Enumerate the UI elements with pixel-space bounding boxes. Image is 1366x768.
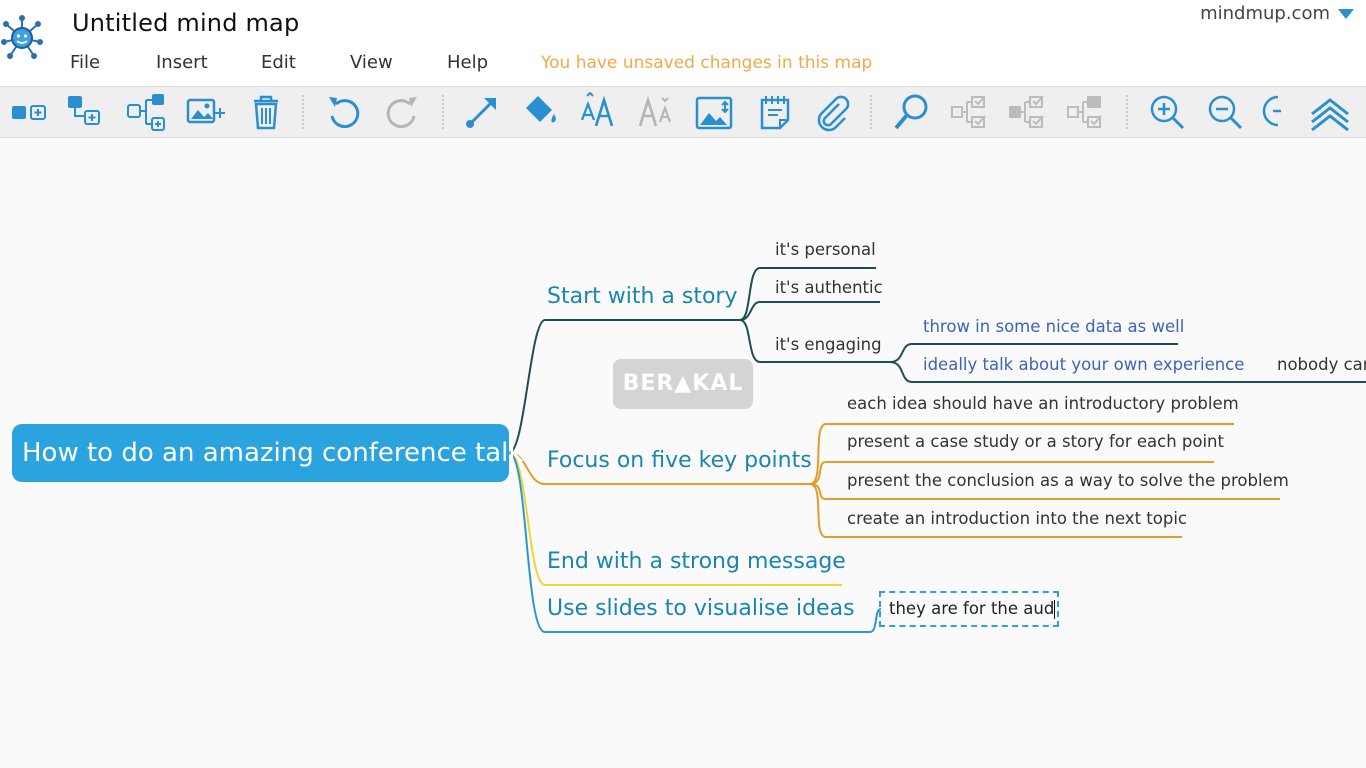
branch-strong-message[interactable]: End with a strong message xyxy=(547,549,846,574)
menu-file[interactable]: File xyxy=(70,52,100,73)
text-cursor xyxy=(1054,600,1056,619)
background-image-icon[interactable] xyxy=(694,92,734,132)
toggle-icon[interactable] xyxy=(1066,92,1106,132)
zoom-out-icon[interactable] xyxy=(1204,92,1244,132)
delete-icon[interactable] xyxy=(246,92,286,132)
insert-parent-icon[interactable] xyxy=(126,92,166,132)
undo-icon[interactable] xyxy=(324,92,364,132)
connect-icon[interactable] xyxy=(462,92,502,132)
node-nobody-cares[interactable]: nobody car xyxy=(1277,355,1366,374)
node-next-topic[interactable]: create an introduction into the next top… xyxy=(847,509,1187,528)
increase-font-icon[interactable] xyxy=(578,92,618,132)
add-child-icon[interactable] xyxy=(10,92,50,132)
add-sibling-icon[interactable] xyxy=(66,92,106,132)
mindmap-canvas[interactable]: How to do an amazing conference talk Sta… xyxy=(0,137,1366,768)
toolbar-separator xyxy=(442,95,444,129)
collapse-toolbar-icon[interactable] xyxy=(1310,92,1350,132)
brand-label: mindmup.com xyxy=(1200,3,1330,24)
toolbar-separator xyxy=(1126,95,1128,129)
root-node[interactable]: How to do an amazing conference talk xyxy=(12,424,523,482)
node-introductory-problem[interactable]: each idea should have an introductory pr… xyxy=(847,394,1239,413)
toolbar-separator xyxy=(302,95,304,129)
toolbar xyxy=(0,86,1366,138)
node-nice-data[interactable]: throw in some nice data as well xyxy=(923,317,1184,336)
node-conclusion[interactable]: present the conclusion as a way to solve… xyxy=(847,471,1289,490)
unsaved-changes-status: You have unsaved changes in this map xyxy=(541,53,873,73)
watermark-logo: BER▲KAL xyxy=(613,359,753,409)
node-own-experience[interactable]: ideally talk about your own experience xyxy=(923,355,1244,374)
branch-use-slides[interactable]: Use slides to visualise ideas xyxy=(547,596,855,621)
redo-icon[interactable] xyxy=(382,92,422,132)
zoom-in-icon[interactable] xyxy=(1146,92,1186,132)
brand-menu[interactable]: mindmup.com xyxy=(1200,3,1354,24)
menu-view[interactable]: View xyxy=(350,52,393,73)
notes-icon[interactable] xyxy=(756,92,796,132)
menu-edit[interactable]: Edit xyxy=(261,52,296,73)
attachment-icon[interactable] xyxy=(812,92,852,132)
branch-focus-key-points[interactable]: Focus on five key points xyxy=(547,448,812,473)
node-its-authentic[interactable]: it's authentic xyxy=(775,278,883,297)
collapse-icon[interactable] xyxy=(950,92,990,132)
node-edit-text: they are for the aud xyxy=(889,599,1055,618)
menu-help[interactable]: Help xyxy=(447,52,488,73)
search-icon[interactable] xyxy=(892,92,932,132)
node-case-study[interactable]: present a case study or a story for each… xyxy=(847,432,1224,451)
node-its-engaging[interactable]: it's engaging xyxy=(775,335,882,354)
node-its-personal[interactable]: it's personal xyxy=(775,240,876,259)
chevron-down-icon xyxy=(1338,9,1354,19)
decrease-font-icon[interactable] xyxy=(636,92,676,132)
map-title[interactable]: Untitled mind map xyxy=(72,9,299,37)
toolbar-separator xyxy=(870,95,872,129)
add-image-icon[interactable] xyxy=(186,92,226,132)
menu-insert[interactable]: Insert xyxy=(156,52,208,73)
mindmup-logo-icon[interactable] xyxy=(0,12,48,64)
fill-color-icon[interactable] xyxy=(520,92,560,132)
expand-icon[interactable] xyxy=(1008,92,1048,132)
zoom-reset-icon[interactable] xyxy=(1262,92,1302,132)
node-edit-input[interactable]: they are for the aud xyxy=(879,591,1059,627)
app-header: Untitled mind map File Insert Edit View … xyxy=(0,0,1366,86)
branch-start-with-story[interactable]: Start with a story xyxy=(547,284,738,309)
